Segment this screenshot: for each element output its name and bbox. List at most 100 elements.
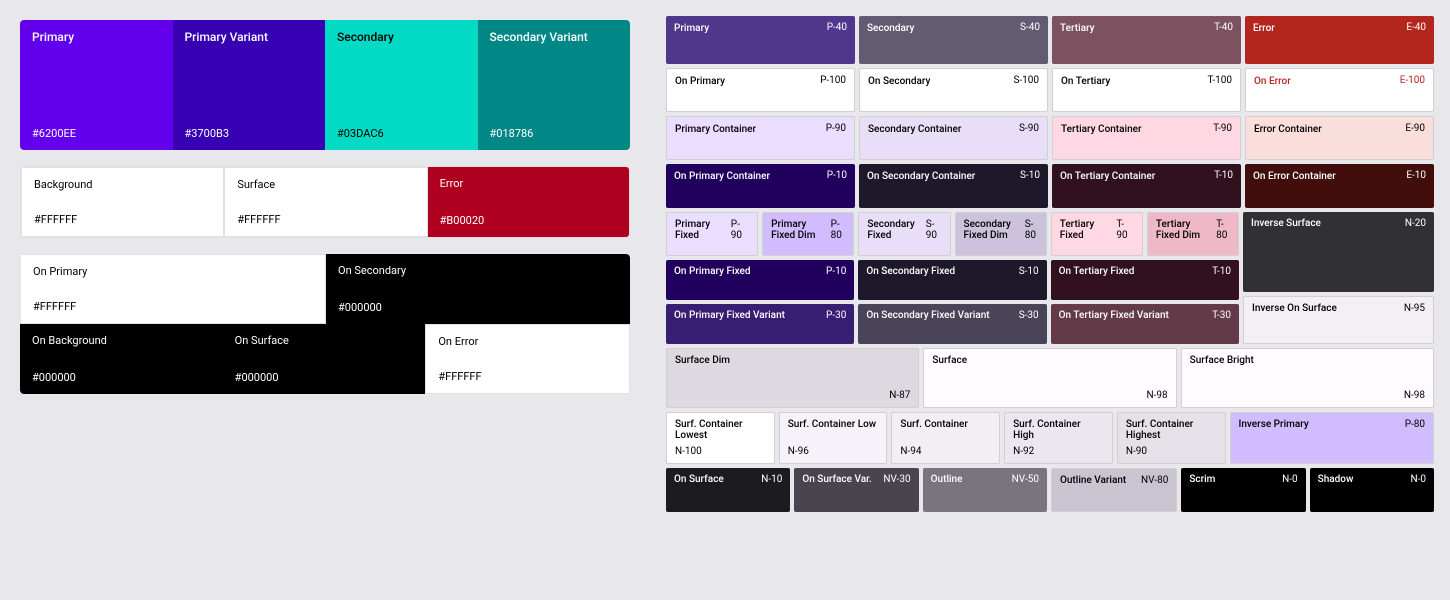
color-cell: SurfaceN-98 xyxy=(923,348,1176,408)
cell-code: P-80 xyxy=(1405,419,1425,430)
cell-label: Tertiary Fixed xyxy=(1060,219,1117,241)
cell-code: P-90 xyxy=(731,219,749,241)
cell-label: Inverse Surface xyxy=(1251,218,1321,229)
color-cell: Primary Fixed DimP-80 xyxy=(762,212,854,256)
cell-label: On Surface xyxy=(674,474,724,485)
cell-label: On Surface Var. xyxy=(802,474,871,485)
color-cell: On Surface Var. NV-30 xyxy=(794,468,918,512)
color-cell: Surf. Container LowestN-100 xyxy=(666,412,775,464)
neutral-cell: On Error#FFFFFF xyxy=(425,324,630,394)
cell-code: NV-50 xyxy=(1012,474,1039,485)
cell-code: P-10 xyxy=(826,266,846,277)
cell-code: S-10 xyxy=(1019,266,1039,277)
cell-code: T-100 xyxy=(1208,75,1232,86)
cell-label: On Secondary Fixed Variant xyxy=(866,310,989,321)
color-cell: Shadow N-0 xyxy=(1310,468,1434,512)
color-cell: OutlineNV-50 xyxy=(923,468,1047,512)
cell-label: On Secondary Fixed xyxy=(866,266,955,277)
neutral-hex: #000000 xyxy=(338,301,618,314)
color-cell: Error Container E-90 xyxy=(1245,116,1434,160)
color-swatch: Primary#6200EE xyxy=(20,20,173,150)
color-cell: On Secondary Container S-10 xyxy=(859,164,1048,208)
color-cell: On Secondary Fixed S-10 xyxy=(858,260,1046,300)
main-swatch-row: Primary#6200EE Primary Variant #3700B3 Seco… xyxy=(20,20,630,150)
swatch-label: Primary Variant xyxy=(185,30,314,44)
color-swatch: Secondary#03DAC6 xyxy=(325,20,478,150)
inverse-surface-cell: Inverse SurfaceN-20 xyxy=(1243,212,1434,292)
neutral-label: Error xyxy=(440,177,617,190)
cell-code: S-100 xyxy=(1013,75,1039,86)
cell-code: T-30 xyxy=(1212,310,1231,321)
cell-label: Error xyxy=(1253,22,1275,35)
color-cell: Tertiary Fixed DimT-80 xyxy=(1147,212,1239,256)
color-grid-row: On Primary P-100 On Secondary S-100 On T… xyxy=(666,68,1434,112)
color-cell: Tertiary FixedT-90 xyxy=(1051,212,1143,256)
cell-label: On Secondary Container xyxy=(867,170,975,183)
neutral-label: On Background xyxy=(32,334,211,347)
cell-label: Secondary Fixed xyxy=(867,219,925,241)
color-grid-row: Primary Container P-90 Secondary Contain… xyxy=(666,116,1434,160)
cell-code: NV-30 xyxy=(883,474,910,485)
cell-label: On Secondary xyxy=(868,75,930,88)
cell-label: Secondary Container xyxy=(868,123,961,136)
color-cell: Primary P-40 xyxy=(666,16,855,64)
swatch-hex: #3700B3 xyxy=(185,127,314,140)
cell-label: Error Container xyxy=(1254,123,1322,136)
color-cell: On Tertiary FixedT-10 xyxy=(1051,260,1239,300)
color-cell: Tertiary Container T-90 xyxy=(1052,116,1241,160)
swatch-label: Secondary xyxy=(337,30,466,44)
color-cell: On SurfaceN-10 xyxy=(666,468,790,512)
neutral-hex: #FFFFFF xyxy=(34,213,211,226)
cell-code: N-98 xyxy=(1404,390,1425,401)
cell-code: P-80 xyxy=(831,219,846,241)
cell-label: Scrim xyxy=(1189,474,1215,485)
neutral-label: On Error xyxy=(438,335,617,348)
neutral-label: Background xyxy=(34,178,211,191)
cell-code: P-30 xyxy=(826,310,846,321)
cell-code: T-90 xyxy=(1213,123,1232,134)
color-cell: On Error Container E-10 xyxy=(1245,164,1434,208)
cell-code: N-92 xyxy=(1013,446,1034,457)
cell-code: N-87 xyxy=(889,390,910,401)
neutral-label: On Surface xyxy=(235,334,414,347)
cell-label: Surf. Container xyxy=(900,419,968,430)
cell-label: Shadow xyxy=(1318,474,1354,485)
neutral-row-2: On Primary#FFFFFF On Secondary #000000 xyxy=(20,254,630,324)
inverse-on-surface-cell: Inverse On SurfaceN-95 xyxy=(1243,296,1434,344)
color-grid-row: Primary P-40 Secondary S-40 Tertiary T-4… xyxy=(666,16,1434,64)
cell-code: T-80 xyxy=(1216,219,1230,241)
cell-label: Inverse Primary xyxy=(1239,419,1309,430)
cell-code: N-94 xyxy=(900,446,921,457)
neutral-cell: Background #FFFFFF xyxy=(21,167,224,237)
color-cell: On Secondary S-100 xyxy=(859,68,1048,112)
cell-label: Primary Fixed xyxy=(675,219,731,241)
cell-code: P-10 xyxy=(827,170,847,181)
cell-code: S-30 xyxy=(1019,310,1039,321)
cell-label: Primary Fixed Dim xyxy=(771,219,830,241)
neutral-cell: On Primary#FFFFFF xyxy=(20,254,326,324)
neutral-label: On Primary xyxy=(33,265,313,278)
cell-label: Secondary Fixed Dim xyxy=(964,219,1025,241)
cell-code: N-0 xyxy=(1410,474,1426,485)
cell-code: E-40 xyxy=(1406,22,1426,33)
neutral-row-3: On Background#000000On Surface#000000On … xyxy=(20,324,630,394)
cell-label: On Tertiary Fixed Variant xyxy=(1059,310,1169,321)
neutral-cell: On Surface#000000 xyxy=(223,324,426,394)
color-cell: On Tertiary Container T-10 xyxy=(1052,164,1241,208)
cell-label: On Primary Fixed Variant xyxy=(674,310,785,321)
neutral-label: On Secondary xyxy=(338,264,618,277)
cell-label: Surf. Container High xyxy=(1013,419,1104,441)
cell-code: T-10 xyxy=(1214,170,1233,181)
cell-code: T-10 xyxy=(1212,266,1231,277)
cell-code: N-0 xyxy=(1282,474,1298,485)
cell-code: NV-80 xyxy=(1141,475,1168,486)
cell-label: On Primary xyxy=(675,75,725,88)
cell-code: T-40 xyxy=(1214,22,1233,33)
cell-label: On Primary Fixed xyxy=(674,266,751,277)
color-cell: On Error E-100 xyxy=(1245,68,1434,112)
neutral-hex: #FFFFFF xyxy=(237,213,414,226)
cell-code: E-100 xyxy=(1400,75,1425,86)
neutral-hex: #B00020 xyxy=(440,214,617,227)
color-cell: Error E-40 xyxy=(1245,16,1434,64)
right-panel: Primary P-40 Secondary S-40 Tertiary T-4… xyxy=(650,0,1450,600)
